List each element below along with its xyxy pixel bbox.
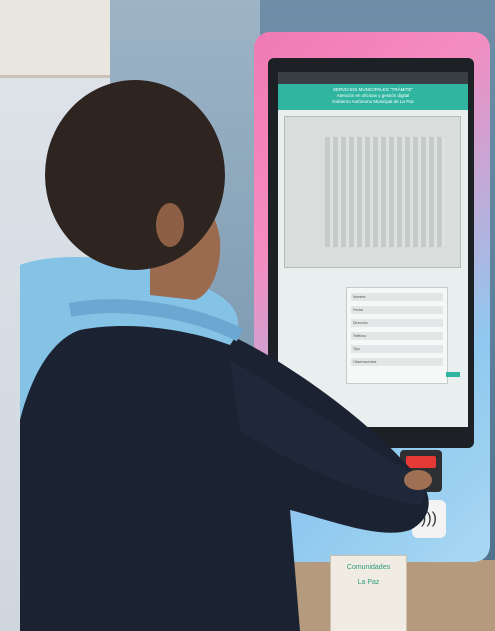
person-figure: [20, 80, 432, 631]
photo-scene: SERVICIOS MUNICIPALES "TRÁMITE" Atención…: [0, 0, 495, 631]
hand: [404, 470, 432, 490]
head-hair: [45, 80, 225, 270]
ear: [156, 203, 184, 247]
